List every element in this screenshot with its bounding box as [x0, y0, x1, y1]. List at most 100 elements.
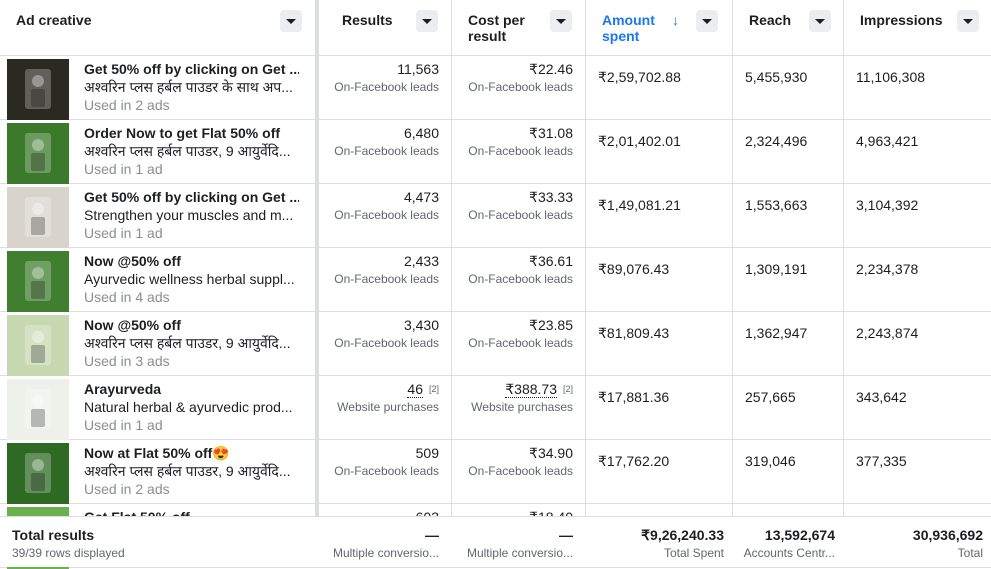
used-in-ads-count: Used in 2 ads [84, 481, 170, 497]
results-type: On-Facebook leads [334, 336, 439, 350]
amount-spent-value: ₹81,809.43 [598, 325, 670, 341]
results-value: 2,433 [403, 253, 439, 269]
amount-spent-value: ₹89,076.43 [598, 261, 670, 277]
impressions-value: 2,234,378 [856, 261, 919, 277]
results-dropdown-button[interactable] [416, 10, 438, 32]
amount-spent-value: ₹17,881.36 [598, 389, 670, 405]
col-label-cost-per-result: Cost per result [468, 12, 525, 44]
ad-title[interactable]: Now @50% off [84, 317, 299, 334]
results-type: Website purchases [337, 400, 439, 414]
column-divider [585, 0, 586, 566]
col-header-cost-per-result[interactable]: Cost per result [452, 0, 585, 55]
col-label-impressions: Impressions [860, 12, 943, 28]
reach-value: 319,046 [745, 453, 796, 469]
results-type: On-Facebook leads [334, 144, 439, 158]
impressions-dropdown-button[interactable] [957, 10, 979, 32]
ad-title[interactable]: Get 50% off by clicking on Get ... [84, 61, 299, 78]
results-value: 3,430 [403, 317, 439, 333]
col-header-results[interactable]: Results [320, 0, 451, 55]
cost-per-result-value: ₹34.90 [529, 445, 573, 461]
total-results-value: — [425, 527, 439, 543]
reach-value: 1,362,947 [745, 325, 808, 341]
attribution-note[interactable]: [2] [563, 384, 573, 394]
impressions-value: 377,335 [856, 453, 907, 469]
ad-title[interactable]: Get 50% off by clicking on Get ... [84, 189, 299, 206]
cost-per-result-type: On-Facebook leads [468, 80, 573, 94]
cost-per-result-value: ₹31.08 [529, 125, 573, 141]
cost-per-result-type: On-Facebook leads [468, 464, 573, 478]
chevron-down-icon [702, 18, 712, 24]
used-in-ads-count: Used in 4 ads [84, 289, 170, 305]
ad-title[interactable]: Now @50% off [84, 253, 299, 270]
table-footer-totals: Total results 39/39 rows displayed — Mul… [0, 516, 991, 567]
used-in-ads-count: Used in 1 ad [84, 225, 163, 241]
impressions-value: 11,106,308 [856, 69, 926, 85]
results-type: On-Facebook leads [334, 80, 439, 94]
ad-title[interactable]: Now at Flat 50% off😍 [84, 445, 299, 462]
ad-creative-thumbnail[interactable] [7, 443, 69, 505]
total-spent-label: Total Spent [663, 546, 724, 560]
amount-spent-value: ₹2,59,702.88 [598, 69, 681, 85]
col-header-impressions[interactable]: Impressions [844, 0, 991, 55]
cost-per-result-type: On-Facebook leads [468, 208, 573, 222]
col-label-ad-creative: Ad creative [16, 12, 92, 28]
chevron-down-icon [422, 18, 432, 24]
ad-title[interactable]: Order Now to get Flat 50% off [84, 125, 299, 142]
attribution-note[interactable]: [2] [429, 384, 439, 394]
ad-creative-thumbnail[interactable] [7, 379, 69, 441]
total-cost-label-type: Multiple conversio... [466, 546, 573, 560]
ad-creative-thumbnail[interactable] [7, 123, 69, 185]
cost-per-result-type: Website purchases [471, 400, 573, 414]
cost-per-result-value: ₹33.33 [529, 189, 573, 205]
results-value: 11,563 [397, 61, 439, 77]
reach-value: 1,553,663 [745, 197, 808, 213]
results-value: 509 [415, 445, 439, 461]
col-header-reach[interactable]: Reach [733, 0, 843, 55]
ad-creative-thumbnail[interactable] [7, 59, 69, 121]
reach-dropdown-button[interactable] [809, 10, 831, 32]
amount-dropdown-button[interactable] [696, 10, 718, 32]
impressions-value: 4,963,421 [856, 133, 919, 149]
ad-body-text: Ayurvedic wellness herbal suppl... [84, 271, 295, 287]
column-resize-handle[interactable] [315, 0, 319, 566]
used-in-ads-count: Used in 2 ads [84, 97, 170, 113]
ad-body-text: अश्वरिन प्लस हर्बल पाउडर, 9 आयुर्वेदि... [84, 335, 291, 351]
accounts-centre-label: Accounts Centr... [743, 546, 835, 560]
ad-creative-dropdown-button[interactable] [280, 10, 302, 32]
used-in-ads-count: Used in 3 ads [84, 353, 170, 369]
total-impressions-label: Total [957, 546, 983, 560]
reach-value: 5,455,930 [745, 69, 808, 85]
col-label-amount-spent: Amount spent [602, 12, 655, 44]
results-value: 6,480 [403, 125, 439, 141]
results-value: 46 [2] [407, 381, 439, 398]
column-divider [451, 0, 452, 566]
total-impressions: 30,936,692 [912, 527, 983, 543]
results-type: On-Facebook leads [334, 208, 439, 222]
ad-body-text: Strengthen your muscles and m... [84, 207, 294, 223]
total-reach: 13,592,674 [764, 527, 835, 543]
reach-value: 1,309,191 [745, 261, 808, 277]
ad-creative-thumbnail[interactable] [7, 187, 69, 249]
column-divider [732, 0, 733, 566]
results-type: On-Facebook leads [334, 272, 439, 286]
col-header-amount-spent[interactable]: Amount spent ↓ [586, 0, 732, 55]
cost-per-result-type: On-Facebook leads [468, 336, 573, 350]
col-header-ad-creative[interactable]: Ad creative [0, 0, 316, 55]
results-value: 4,473 [403, 189, 439, 205]
ad-creative-thumbnail[interactable] [7, 315, 69, 377]
ad-creative-thumbnail[interactable] [7, 251, 69, 313]
cost-per-result-value: ₹23.85 [529, 317, 573, 333]
total-results-label: Total results [12, 527, 95, 543]
col-label-results: Results [342, 12, 393, 28]
ad-body-text: Natural herbal & ayurvedic prod... [84, 399, 293, 415]
reach-value: 2,324,496 [745, 133, 808, 149]
total-results-label-type: Multiple conversio... [332, 546, 439, 560]
sort-descending-icon[interactable]: ↓ [672, 12, 679, 28]
cost-per-result-type: On-Facebook leads [468, 144, 573, 158]
rows-displayed-count: 39/39 rows displayed [12, 546, 125, 560]
cost-dropdown-button[interactable] [550, 10, 572, 32]
amount-spent-value: ₹1,49,081.21 [598, 197, 681, 213]
ad-title[interactable]: Arayurveda [84, 381, 299, 398]
total-amount-spent: ₹9,26,240.33 [641, 527, 724, 543]
cost-per-result-type: On-Facebook leads [468, 272, 573, 286]
